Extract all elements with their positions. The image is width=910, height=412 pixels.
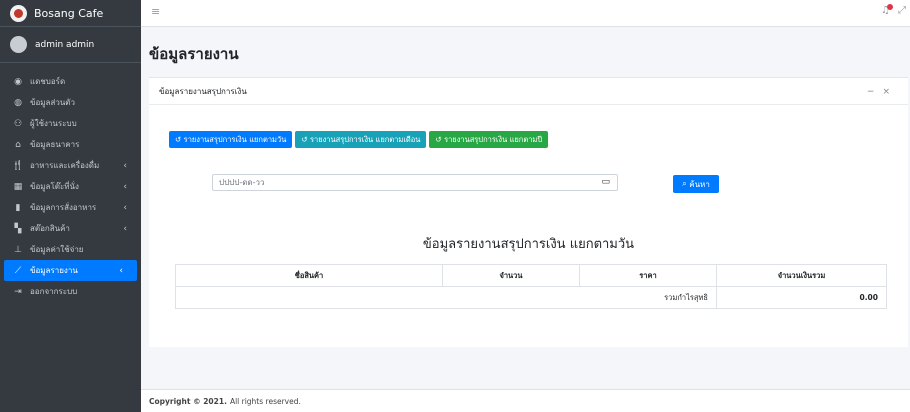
users-icon: ⚇: [13, 118, 23, 129]
calendar-icon[interactable]: ▭: [601, 177, 610, 187]
cubes-icon: ▚: [14, 223, 22, 234]
card-title: ข้อมูลรายงานสรุปการเงิน: [159, 86, 247, 96]
user-panel[interactable]: admin admin: [0, 27, 141, 63]
sidebar-item[interactable]: ⟋ ข้อมูลรายงาน ‹: [4, 260, 137, 281]
monthly-report-button[interactable]: ↺ รายงานสรุปการเงิน แยกตามเดือน: [295, 131, 427, 148]
sidebar-item[interactable]: ◍ ข้อมูลส่วนตัว: [0, 92, 141, 113]
chevron-left-icon: ‹: [123, 223, 127, 234]
column-header: จำนวน: [442, 264, 580, 287]
history-icon: ↺: [301, 135, 310, 144]
chevron-left-icon: ‹: [123, 181, 127, 192]
copyright: Copyright © 2021.: [149, 396, 227, 406]
column-header: ราคา: [579, 264, 717, 287]
brand-link[interactable]: Bosang Cafe: [0, 0, 141, 27]
rights-text: All rights reserved.: [229, 396, 301, 406]
bell-icon[interactable]: ♫: [881, 4, 893, 16]
chevron-left-icon: ‹: [119, 265, 123, 276]
sign-out-icon: ⇥: [14, 286, 22, 297]
sidebar-item[interactable]: ⌂ ข้อมูลธนาคาร: [0, 134, 141, 155]
bank-icon: ⌂: [15, 139, 21, 150]
sidebar-item-label: ออกจากระบบ: [30, 287, 78, 296]
page-title: ข้อมูลรายงาน: [149, 45, 239, 63]
summary-value: 0.00: [716, 286, 887, 309]
report-type-buttons: ↺ รายงานสรุปการเงิน แยกตามวัน ↺ รายงานสร…: [169, 131, 549, 148]
sidebar-menu: ◉ แดชบอร์ด ◍ ข้อมูลส่วนตัว ⚇ ผู้ใช้งานระบบ ⌂ ข้…: [0, 71, 141, 302]
card-tools: −×: [867, 87, 898, 97]
avatar: [10, 36, 27, 53]
footer: Copyright © 2021. All rights reserved.: [141, 389, 910, 412]
sidebar-item-label: สต๊อกสินค้า: [30, 224, 70, 233]
sidebar-item[interactable]: ▦ ข้อมูลโต๊ะที่นั่ง ‹: [0, 176, 141, 197]
money-icon: ⊥: [14, 244, 22, 255]
fullscreen-icon[interactable]: ⤢: [898, 5, 906, 16]
sidebar-item-label: ข้อมูลค่าใช้จ่าย: [30, 245, 84, 254]
summary-label: รวมกำไรสุทธิ: [175, 286, 717, 309]
sidebar-item[interactable]: ⇥ ออกจากระบบ: [0, 281, 141, 302]
sidebar-item[interactable]: ⚇ ผู้ใช้งานระบบ: [0, 113, 141, 134]
table-row: รวมกำไรสุทธิ 0.00: [175, 286, 887, 309]
search-button[interactable]: ⌕ ค้นหา: [673, 175, 719, 193]
user-name: admin admin: [35, 39, 95, 50]
date-input[interactable]: ปปปป-ดด-วว ▭: [212, 174, 618, 191]
close-icon[interactable]: ×: [882, 87, 898, 97]
daily-report-button[interactable]: ↺ รายงานสรุปการเงิน แยกตามวัน: [169, 131, 293, 148]
tachometer-icon: ◉: [14, 76, 22, 87]
search-icon: ⌕: [682, 179, 690, 188]
hamburger-icon[interactable]: ≡: [151, 5, 160, 18]
sidebar-item-label: ข้อมูลการสั่งอาหาร: [30, 203, 97, 212]
clipboard-icon: ▮: [15, 202, 21, 213]
sidebar-item-label: ข้อมูลธนาคาร: [30, 140, 80, 149]
table-header-row: ชื่อสินค้า จำนวน ราคา จำนวนเงินรวม: [175, 264, 887, 287]
history-icon: ↺: [435, 135, 445, 144]
sidebar-item[interactable]: ▮ ข้อมูลการสั่งอาหาร ‹: [0, 197, 141, 218]
sidebar-item[interactable]: ▚ สต๊อกสินค้า ‹: [0, 218, 141, 239]
collapse-icon[interactable]: −: [867, 87, 883, 97]
notification-badge: [887, 4, 893, 10]
sidebar-item-label: ข้อมูลรายงาน: [30, 266, 78, 275]
sidebar-item-label: แดชบอร์ด: [30, 77, 66, 86]
report-title: ข้อมูลรายงานสรุปการเงิน แยกตามวัน: [422, 237, 635, 252]
sidebar-item-label: ข้อมูลส่วนตัว: [30, 98, 75, 107]
chevron-left-icon: ‹: [123, 160, 127, 171]
top-navbar: ≡ ♫ ⤢: [141, 0, 910, 27]
column-header: จำนวนเงินรวม: [716, 264, 887, 287]
chevron-left-icon: ‹: [123, 202, 127, 213]
sidebar-item-label: ข้อมูลโต๊ะที่นั่ง: [30, 182, 79, 191]
column-header: ชื่อสินค้า: [175, 264, 443, 287]
sidebar-item[interactable]: 🍴 อาหารและเครื่องดื่ม ‹: [0, 155, 141, 176]
sidebar-item[interactable]: ◉ แดชบอร์ด: [0, 71, 141, 92]
report-table: ชื่อสินค้า จำนวน ราคา จำนวนเงินรวม รวมกำ…: [175, 264, 887, 309]
table-icon: ▦: [13, 181, 23, 192]
brand-name: Bosang Cafe: [34, 6, 104, 20]
date-placeholder: ปปปป-ดด-วว: [219, 178, 265, 187]
yearly-report-button[interactable]: ↺ รายงานสรุปการเงิน แยกตามปี: [429, 131, 549, 148]
report-card: ข้อมูลรายงานสรุปการเงิน −× ↺ รายงานสรุปก…: [149, 77, 908, 347]
utensils-icon: 🍴: [12, 160, 24, 171]
user-icon: ◍: [14, 97, 22, 108]
sidebar-item[interactable]: ⊥ ข้อมูลค่าใช้จ่าย: [0, 239, 141, 260]
chart-icon: ⟋: [14, 265, 22, 276]
brand-logo-icon: [10, 4, 27, 22]
sidebar-item-label: ผู้ใช้งานระบบ: [30, 119, 77, 128]
history-icon: ↺: [175, 135, 184, 144]
sidebar-item-label: อาหารและเครื่องดื่ม: [30, 161, 100, 170]
sidebar: Bosang Cafe admin admin ◉ แดชบอร์ด ◍ ข้อมูล…: [0, 0, 141, 412]
card-header: ข้อมูลรายงานสรุปการเงิน: [149, 78, 908, 105]
